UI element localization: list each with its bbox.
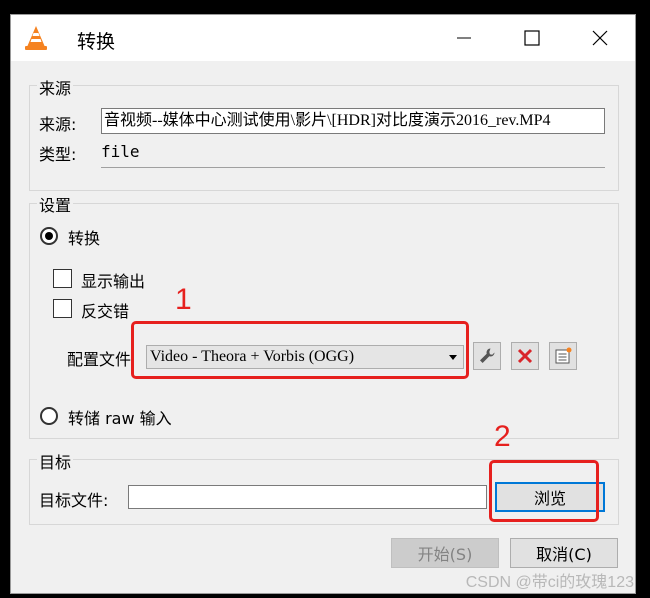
cancel-button[interactable]: 取消(C) (510, 538, 618, 568)
source-group (29, 85, 619, 191)
close-button[interactable] (577, 15, 623, 61)
start-button[interactable]: 开始(S) (391, 538, 499, 568)
source-divider (101, 167, 605, 168)
dump-raw-label: 转储 raw 输入 (68, 409, 172, 428)
new-profile-icon (555, 347, 572, 364)
title-bar: 转换 (11, 15, 635, 61)
type-label: 类型: (39, 145, 77, 164)
maximize-button[interactable] (509, 15, 555, 61)
type-value: file (101, 142, 140, 161)
deinterlace-checkbox[interactable] (53, 299, 72, 318)
source-path-field[interactable]: 音视频--媒体中心测试使用\影片\[HDR]对比度演示2016_rev.MP4 (101, 108, 605, 134)
annotation-number-2: 2 (494, 420, 511, 453)
minimize-button[interactable] (441, 15, 487, 61)
target-file-input[interactable] (128, 485, 487, 509)
settings-group-title: 设置 (37, 192, 74, 216)
close-icon (592, 30, 608, 46)
target-file-label: 目标文件: (39, 491, 109, 510)
wrench-icon (480, 348, 495, 363)
deinterlace-label: 反交错 (81, 302, 130, 321)
minimize-icon (457, 37, 471, 39)
annotation-number-1: 1 (175, 283, 192, 316)
show-output-checkbox[interactable] (53, 269, 72, 288)
radio-selected-dot (45, 232, 53, 240)
show-output-label: 显示输出 (81, 272, 146, 291)
convert-radio-label: 转换 (68, 229, 101, 248)
new-profile-button[interactable] (549, 342, 577, 370)
vlc-cone-icon (23, 25, 49, 51)
maximize-icon (524, 30, 540, 46)
source-group-title: 来源 (37, 75, 74, 99)
watermark-text: CSDN @带ci的玫瑰123 (465, 574, 634, 591)
edit-profile-button[interactable] (473, 342, 501, 370)
convert-radio[interactable] (40, 227, 58, 245)
target-group-title: 目标 (37, 449, 74, 473)
window-title: 转换 (77, 31, 116, 53)
annotation-box-profile (131, 321, 469, 379)
dump-raw-radio[interactable] (40, 407, 58, 425)
annotation-box-browse (489, 460, 599, 522)
delete-x-icon (517, 348, 533, 364)
profile-label: 配置文件 (67, 350, 132, 369)
source-label: 来源: (39, 115, 77, 134)
delete-profile-button[interactable] (511, 342, 539, 370)
